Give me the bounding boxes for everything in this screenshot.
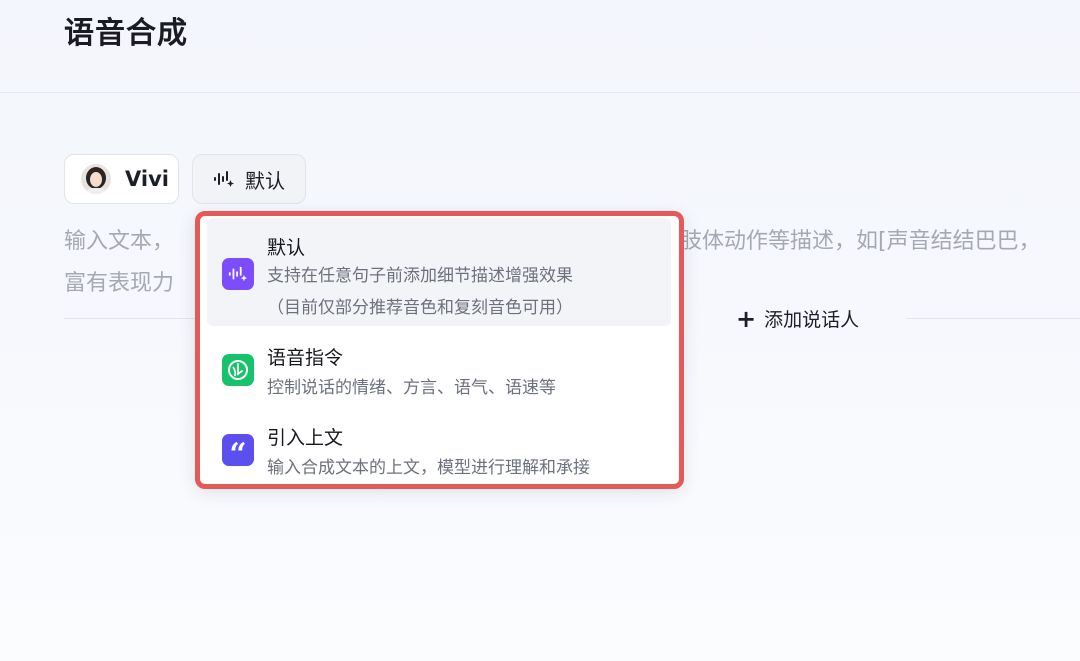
menu-item-title: 引入上文 bbox=[267, 427, 344, 449]
divider bbox=[906, 318, 1080, 319]
header: 语音合成 bbox=[0, 0, 1080, 93]
page-title: 语音合成 bbox=[64, 16, 188, 51]
mode-select-button[interactable]: 默认 bbox=[192, 154, 306, 204]
menu-item-default[interactable]: 默认 支持在任意句子前添加细节描述增强效果 （目前仅部分推荐音色和复刻音色可用） bbox=[207, 218, 671, 326]
add-speaker-button[interactable]: + 添加说话人 bbox=[736, 305, 859, 332]
plus-icon: + bbox=[736, 304, 757, 333]
divider bbox=[64, 318, 196, 319]
menu-item-title: 语音指令 bbox=[267, 347, 344, 369]
mode-label: 默认 bbox=[245, 168, 285, 193]
menu-item-title: 默认 bbox=[267, 237, 306, 259]
menu-item-voice-command[interactable]: 语音指令 控制说话的情绪、方言、语气、语速等 bbox=[207, 338, 671, 406]
menu-item-desc: 输入合成文本的上文，模型进行理解和承接 bbox=[267, 458, 590, 478]
sound-wave-icon bbox=[222, 258, 254, 290]
placeholder-text: 富有表现力 bbox=[64, 271, 175, 296]
voice-select-button[interactable]: Vivi bbox=[64, 154, 179, 204]
placeholder-text: 肢体动作等描述，如[声音结结巴巴， bbox=[680, 229, 1041, 254]
menu-item-desc: 支持在任意句子前添加细节描述增强效果 bbox=[267, 266, 573, 286]
voice-command-icon bbox=[222, 354, 254, 386]
placeholder-text: 输入文本， bbox=[64, 229, 175, 254]
menu-item-context[interactable]: “ 引入上文 输入合成文本的上文，模型进行理解和承接 bbox=[207, 418, 671, 484]
menu-item-desc: （目前仅部分推荐音色和复刻音色可用） bbox=[267, 298, 573, 318]
voice-name: Vivi bbox=[125, 167, 169, 191]
quote-icon: “ bbox=[222, 434, 254, 470]
menu-item-desc: 控制说话的情绪、方言、语气、语速等 bbox=[267, 378, 556, 398]
mode-dropdown-menu: 默认 支持在任意句子前添加细节描述增强效果 （目前仅部分推荐音色和复刻音色可用）… bbox=[195, 212, 683, 488]
add-speaker-label: 添加说话人 bbox=[764, 309, 860, 331]
avatar bbox=[81, 164, 111, 194]
sound-wave-icon bbox=[213, 170, 235, 188]
